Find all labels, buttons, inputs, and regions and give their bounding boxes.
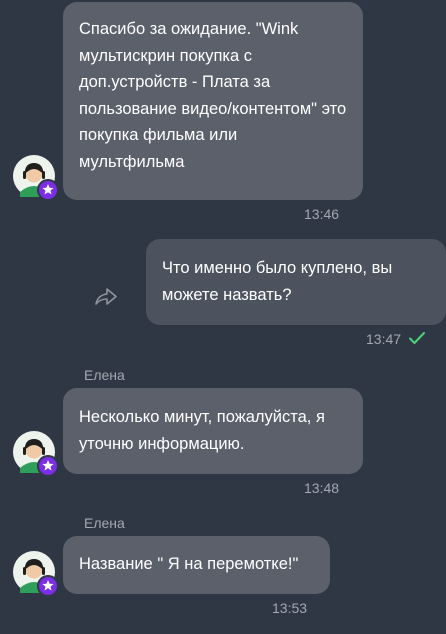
message-time: 13:47	[366, 331, 402, 347]
message-time: 13:53	[272, 600, 308, 616]
message-time: 13:46	[304, 206, 340, 222]
message-text: Несколько минут, пожалуйста, я уточню ин…	[79, 408, 325, 453]
message-text: Что именно было куплено, вы можете назва…	[162, 259, 393, 304]
message-text: Спасибо за ожидание. "Wink мультискрин п…	[79, 20, 347, 171]
message-bubble-incoming: Название " Я на перемотке!"	[63, 536, 330, 594]
message-bubble-incoming: Несколько минут, пожалуйста, я уточню ин…	[63, 388, 363, 474]
sender-name: Елена	[84, 515, 125, 531]
sender-name: Елена	[84, 367, 125, 383]
message-bubble-outgoing: Что именно было куплено, вы можете назва…	[146, 239, 446, 325]
message-text: Название " Я на перемотке!"	[79, 555, 299, 573]
operator-avatar-icon	[12, 154, 59, 201]
message-time: 13:48	[304, 480, 340, 496]
read-check-icon	[408, 331, 426, 350]
forward-arrow-icon[interactable]	[94, 286, 118, 313]
operator-avatar-icon	[12, 550, 59, 597]
message-bubble-incoming: Спасибо за ожидание. "Wink мультискрин п…	[63, 2, 363, 200]
operator-avatar-icon	[12, 430, 59, 477]
